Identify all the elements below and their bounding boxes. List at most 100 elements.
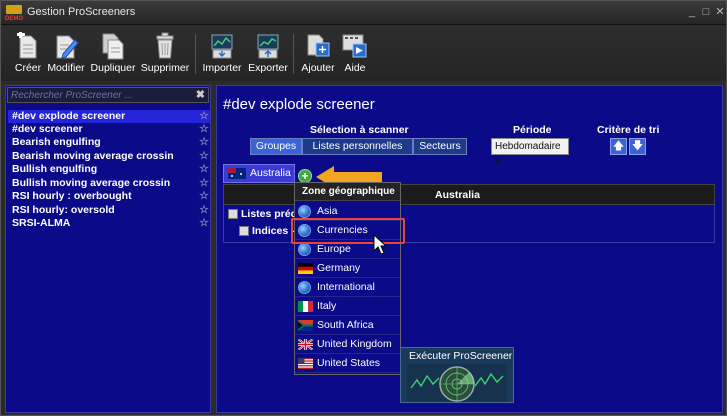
duplicate-label: Dupliquer xyxy=(90,62,136,74)
checkbox-predefined-lists[interactable] xyxy=(228,209,238,219)
toolbar-separator xyxy=(195,34,196,74)
checkbox-indices[interactable] xyxy=(239,226,249,236)
screener-name: Bearish moving average crossin xyxy=(12,150,174,162)
dropdown-item-label: Italy xyxy=(317,300,337,312)
row-indices: Indices - xyxy=(252,225,295,237)
dropdown-item-germany[interactable]: Germany xyxy=(295,259,400,278)
add-button[interactable]: Ajouter xyxy=(299,32,337,80)
period-select[interactable]: Hebdomadaire ▾ xyxy=(491,138,569,167)
screener-name: #dev explode screener xyxy=(12,110,126,122)
new-document-icon xyxy=(17,32,37,59)
screener-item[interactable]: Bearish moving average crossin ☆ xyxy=(8,150,210,163)
screener-name: RSI hourly : overbought xyxy=(12,190,132,202)
radar-icon xyxy=(407,364,507,402)
favorite-star-icon[interactable]: ☆ xyxy=(199,177,209,190)
dropdown-item-label: International xyxy=(317,281,375,293)
dropdown-item-label: Europe xyxy=(317,243,351,255)
favorite-star-icon[interactable]: ☆ xyxy=(199,204,209,217)
screener-item[interactable]: Bullish moving average crossin ☆ xyxy=(8,177,210,190)
dropdown-item-label: Germany xyxy=(317,262,361,274)
screener-item[interactable]: SRSI-ALMA ☆ xyxy=(8,217,210,230)
export-button[interactable]: Exporter xyxy=(246,32,290,80)
united-states-flag-icon xyxy=(298,358,313,369)
export-icon xyxy=(257,34,279,59)
favorite-star-icon[interactable]: ☆ xyxy=(199,190,209,203)
tab-personal-lists[interactable]: Listes personnelles xyxy=(302,138,413,155)
favorite-star-icon[interactable]: ☆ xyxy=(199,217,209,230)
mouse-cursor-icon xyxy=(373,234,387,255)
favorite-star-icon[interactable]: ☆ xyxy=(199,163,209,176)
favorite-star-icon[interactable]: ☆ xyxy=(199,136,209,149)
south-africa-flag-icon xyxy=(298,320,313,331)
dropdown-item-label: South Africa xyxy=(317,319,374,331)
import-button[interactable]: Importer xyxy=(201,32,243,80)
tab-australia-label: Australia xyxy=(250,167,291,179)
minimize-button[interactable]: _ xyxy=(685,5,699,19)
clear-search-icon[interactable]: ✖ xyxy=(196,88,205,101)
help-label: Aide xyxy=(344,62,366,74)
dropdown-item-italy[interactable]: Italy xyxy=(295,297,400,316)
screener-item[interactable]: Bearish engulfing ☆ xyxy=(8,136,210,149)
globe-icon xyxy=(298,281,311,294)
united-kingdom-flag-icon xyxy=(298,339,313,350)
favorite-star-icon[interactable]: ☆ xyxy=(199,150,209,163)
arrow-up-icon: 🡅 xyxy=(612,140,625,152)
plus-icon: + xyxy=(301,169,309,183)
toolbar: Créer Modifier Dupliquer Supprimer Impor… xyxy=(1,26,726,81)
import-label: Importer xyxy=(202,62,242,74)
favorite-star-icon[interactable]: ☆ xyxy=(199,110,209,123)
search-input[interactable] xyxy=(11,89,191,102)
app-window: DEMO Gestion ProScreeners _ □ ✕ Créer Mo… xyxy=(0,0,727,416)
window-title: Gestion ProScreeners xyxy=(27,6,136,18)
edit-document-icon xyxy=(56,35,79,59)
dropdown-item-international[interactable]: International xyxy=(295,278,400,297)
screener-item[interactable]: RSI hourly : overbought ☆ xyxy=(8,190,210,203)
close-button[interactable]: ✕ xyxy=(713,5,727,19)
favorite-star-icon[interactable]: ☆ xyxy=(199,123,209,136)
chevron-down-icon: ▾ xyxy=(495,156,501,167)
screener-name: RSI hourly: oversold xyxy=(12,204,115,216)
help-button[interactable]: Aide xyxy=(338,32,372,80)
screener-item[interactable]: #dev explode screener ☆ xyxy=(8,110,210,123)
add-group-button[interactable]: + xyxy=(298,169,312,183)
delete-button[interactable]: Supprimer xyxy=(140,32,190,80)
dropdown-item-label: United States xyxy=(317,357,381,369)
help-video-icon xyxy=(342,34,367,58)
sort-ascending-button[interactable]: 🡅 xyxy=(610,138,627,155)
execute-screener-button[interactable]: Exécuter ProScreener xyxy=(400,347,514,403)
dropdown-item-united-kingdom[interactable]: United Kingdom xyxy=(295,335,400,354)
geographic-zone-dropdown: Zone géographique Asia Currencies Europe… xyxy=(294,182,401,375)
screener-item[interactable]: RSI hourly: oversold ☆ xyxy=(8,204,210,217)
tab-sectors[interactable]: Secteurs xyxy=(413,138,467,155)
delete-label: Supprimer xyxy=(140,62,190,74)
screener-title: #dev explode screener xyxy=(223,96,375,113)
screener-item[interactable]: Bullish engulfing ☆ xyxy=(8,163,210,176)
screener-list-panel: ✖ #dev explode screener☆ #dev screener☆ … xyxy=(5,85,211,413)
sort-descending-button[interactable]: 🡇 xyxy=(629,138,646,155)
screener-name: Bullish moving average crossin xyxy=(12,177,171,189)
sort-label: Critère de tri xyxy=(597,124,660,136)
arrow-down-icon: 🡇 xyxy=(631,140,644,152)
tab-groups[interactable]: Groupes xyxy=(250,138,302,155)
screener-name: Bearish engulfing xyxy=(12,136,101,148)
selection-label: Sélection à scanner xyxy=(310,124,409,136)
screener-name: #dev screener xyxy=(12,123,83,135)
maximize-button[interactable]: □ xyxy=(699,5,713,19)
screener-name: SRSI-ALMA xyxy=(12,217,71,229)
screener-item[interactable]: #dev screener ☆ xyxy=(8,123,210,136)
australia-flag-icon xyxy=(228,168,246,179)
italy-flag-icon xyxy=(298,301,313,312)
create-label: Créer xyxy=(14,62,42,74)
import-icon xyxy=(211,34,233,59)
modify-label: Modifier xyxy=(47,62,85,74)
create-button[interactable]: Créer xyxy=(11,32,45,80)
modify-button[interactable]: Modifier xyxy=(47,32,85,80)
dropdown-item-united-states[interactable]: United States xyxy=(295,354,400,373)
duplicate-button[interactable]: Dupliquer xyxy=(90,32,136,80)
duplicate-icon xyxy=(102,33,124,60)
toolbar-separator xyxy=(293,34,294,74)
dropdown-item-south-africa[interactable]: South Africa xyxy=(295,316,400,335)
tab-australia[interactable]: Australia xyxy=(223,164,295,183)
search-box: ✖ xyxy=(7,87,209,103)
logo-text: DEMO xyxy=(5,16,23,22)
